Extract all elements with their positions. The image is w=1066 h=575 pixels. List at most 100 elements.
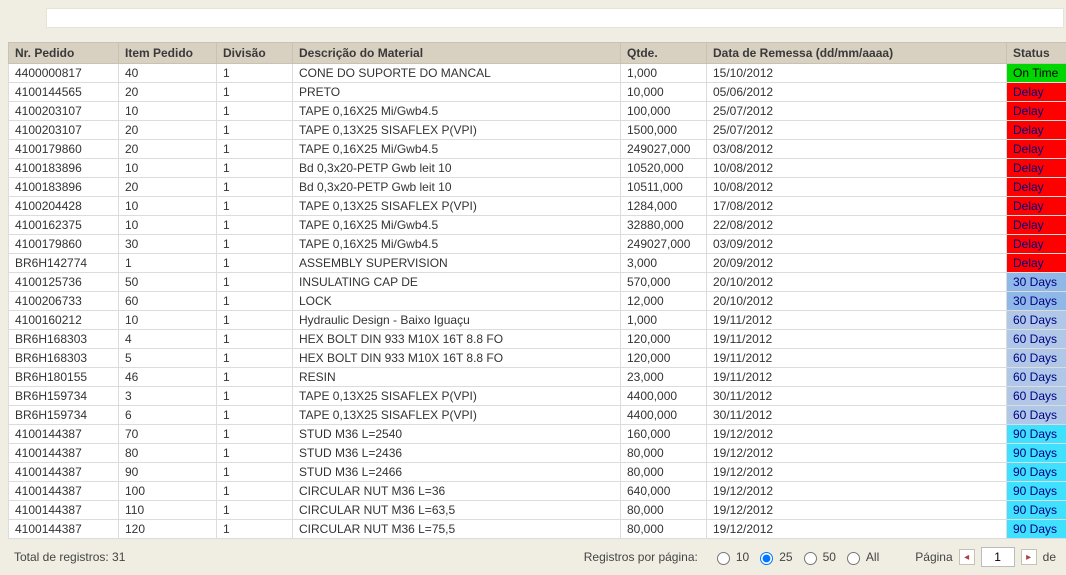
cell-desc: TAPE 0,16X25 Mi/Gwb4.5 <box>293 140 621 159</box>
table-row[interactable]: 4100203107101TAPE 0,16X25 Mi/Gwb4.5100,0… <box>9 102 1066 121</box>
table-row[interactable]: 4100144387701STUD M36 L=2540160,00019/12… <box>9 425 1066 444</box>
per-page-radio[interactable] <box>760 552 773 565</box>
cell-status: 90 Days <box>1007 482 1066 501</box>
cell-status: 60 Days <box>1007 368 1066 387</box>
cell-item: 20 <box>119 121 217 140</box>
cell-data: 15/10/2012 <box>707 64 1007 83</box>
page-next-button[interactable]: ▸ <box>1021 549 1037 565</box>
cell-nr: 4100125736 <box>9 273 119 292</box>
cell-nr: 4400000817 <box>9 64 119 83</box>
table-row[interactable]: BR6H14277411ASSEMBLY SUPERVISION3,00020/… <box>9 254 1066 273</box>
cell-item: 70 <box>119 425 217 444</box>
cell-div: 1 <box>217 83 293 102</box>
cell-desc: HEX BOLT DIN 933 M10X 16T 8.8 FO <box>293 330 621 349</box>
cell-item: 40 <box>119 64 217 83</box>
table-row[interactable]: 4100179860301TAPE 0,16X25 Mi/Gwb4.524902… <box>9 235 1066 254</box>
table-row[interactable]: 4100206733601LOCK12,00020/10/201230 Days <box>9 292 1066 311</box>
cell-qtde: 100,000 <box>621 102 707 121</box>
table-footer: Total de registros: 31 Registros por pág… <box>8 539 1064 567</box>
page-prev-button[interactable]: ◂ <box>959 549 975 565</box>
cell-status: 30 Days <box>1007 292 1066 311</box>
table-row[interactable]: 4100144387801STUD M36 L=243680,00019/12/… <box>9 444 1066 463</box>
cell-qtde: 32880,000 <box>621 216 707 235</box>
cell-data: 19/12/2012 <box>707 520 1007 539</box>
cell-data: 19/11/2012 <box>707 349 1007 368</box>
table-row[interactable]: 4100179860201TAPE 0,16X25 Mi/Gwb4.524902… <box>9 140 1066 159</box>
per-page-option-10[interactable]: 10 <box>712 549 749 565</box>
cell-div: 1 <box>217 235 293 254</box>
cell-nr: 4100144387 <box>9 463 119 482</box>
page-number-input[interactable] <box>981 547 1015 567</box>
cell-nr: 4100179860 <box>9 235 119 254</box>
cell-div: 1 <box>217 311 293 330</box>
col-data-remessa[interactable]: Data de Remessa (dd/mm/aaaa) <box>707 43 1007 64</box>
table-row[interactable]: 41001443871201CIRCULAR NUT M36 L=75,580,… <box>9 520 1066 539</box>
cell-status: 90 Days <box>1007 520 1066 539</box>
cell-div: 1 <box>217 254 293 273</box>
col-nr-pedido[interactable]: Nr. Pedido <box>9 43 119 64</box>
orders-table: Nr. Pedido Item Pedido Divisão Descrição… <box>8 42 1066 539</box>
table-row[interactable]: 4100183896201Bd 0,3x20-PETP Gwb leit 101… <box>9 178 1066 197</box>
table-row[interactable]: 41001443871101CIRCULAR NUT M36 L=63,580,… <box>9 501 1066 520</box>
cell-qtde: 4400,000 <box>621 406 707 425</box>
col-descricao[interactable]: Descrição do Material <box>293 43 621 64</box>
cell-div: 1 <box>217 330 293 349</box>
col-status[interactable]: Status <box>1007 43 1066 64</box>
cell-item: 20 <box>119 140 217 159</box>
table-row[interactable]: BR6H16830351HEX BOLT DIN 933 M10X 16T 8.… <box>9 349 1066 368</box>
table-row[interactable]: BR6H15973431TAPE 0,13X25 SISAFLEX P(VPI)… <box>9 387 1066 406</box>
cell-qtde: 10511,000 <box>621 178 707 197</box>
per-page-radio[interactable] <box>847 552 860 565</box>
col-qtde[interactable]: Qtde. <box>621 43 707 64</box>
cell-item: 30 <box>119 235 217 254</box>
table-row[interactable]: 4100160212101Hydraulic Design - Baixo Ig… <box>9 311 1066 330</box>
cell-nr: 4100160212 <box>9 311 119 330</box>
table-row[interactable]: 4100203107201TAPE 0,13X25 SISAFLEX P(VPI… <box>9 121 1066 140</box>
cell-nr: 4100203107 <box>9 121 119 140</box>
cell-item: 20 <box>119 178 217 197</box>
cell-data: 20/09/2012 <box>707 254 1007 273</box>
per-page-radio[interactable] <box>717 552 730 565</box>
per-page-option-50[interactable]: 50 <box>799 549 836 565</box>
col-divisao[interactable]: Divisão <box>217 43 293 64</box>
cell-desc: LOCK <box>293 292 621 311</box>
table-row[interactable]: 4100204428101TAPE 0,13X25 SISAFLEX P(VPI… <box>9 197 1066 216</box>
cell-qtde: 1284,000 <box>621 197 707 216</box>
page-label: Página <box>915 550 952 564</box>
cell-item: 80 <box>119 444 217 463</box>
cell-status: 60 Days <box>1007 330 1066 349</box>
table-row[interactable]: BR6H15973461TAPE 0,13X25 SISAFLEX P(VPI)… <box>9 406 1066 425</box>
cell-status: Delay <box>1007 197 1066 216</box>
cell-status: 30 Days <box>1007 273 1066 292</box>
cell-data: 25/07/2012 <box>707 121 1007 140</box>
table-row[interactable]: 4400000817401CONE DO SUPORTE DO MANCAL1,… <box>9 64 1066 83</box>
cell-status: Delay <box>1007 159 1066 178</box>
table-row[interactable]: BR6H16830341HEX BOLT DIN 933 M10X 16T 8.… <box>9 330 1066 349</box>
per-page-radio[interactable] <box>804 552 817 565</box>
cell-nr: 4100144387 <box>9 425 119 444</box>
cell-item: 60 <box>119 292 217 311</box>
col-item-pedido[interactable]: Item Pedido <box>119 43 217 64</box>
cell-desc: CIRCULAR NUT M36 L=75,5 <box>293 520 621 539</box>
cell-nr: 4100162375 <box>9 216 119 235</box>
per-page-option-label: All <box>866 550 879 564</box>
cell-nr: 4100179860 <box>9 140 119 159</box>
cell-qtde: 160,000 <box>621 425 707 444</box>
cell-item: 20 <box>119 83 217 102</box>
per-page-option-all[interactable]: All <box>842 549 879 565</box>
table-row[interactable]: 4100144565201PRETO10,00005/06/2012Delay <box>9 83 1066 102</box>
cell-nr: 4100144387 <box>9 482 119 501</box>
table-row[interactable]: 4100144387901STUD M36 L=246680,00019/12/… <box>9 463 1066 482</box>
cell-data: 19/12/2012 <box>707 444 1007 463</box>
table-row[interactable]: 4100162375101TAPE 0,16X25 Mi/Gwb4.532880… <box>9 216 1066 235</box>
table-row[interactable]: 41001443871001CIRCULAR NUT M36 L=36640,0… <box>9 482 1066 501</box>
per-page-group: Registros por página: 102550All <box>584 549 880 565</box>
table-row[interactable]: BR6H180155461RESIN23,00019/11/201260 Day… <box>9 368 1066 387</box>
cell-nr: BR6H168303 <box>9 349 119 368</box>
cell-qtde: 80,000 <box>621 444 707 463</box>
per-page-option-25[interactable]: 25 <box>755 549 792 565</box>
table-row[interactable]: 4100125736501INSULATING CAP DE570,00020/… <box>9 273 1066 292</box>
cell-desc: STUD M36 L=2540 <box>293 425 621 444</box>
table-row[interactable]: 4100183896101Bd 0,3x20-PETP Gwb leit 101… <box>9 159 1066 178</box>
cell-status: Delay <box>1007 216 1066 235</box>
